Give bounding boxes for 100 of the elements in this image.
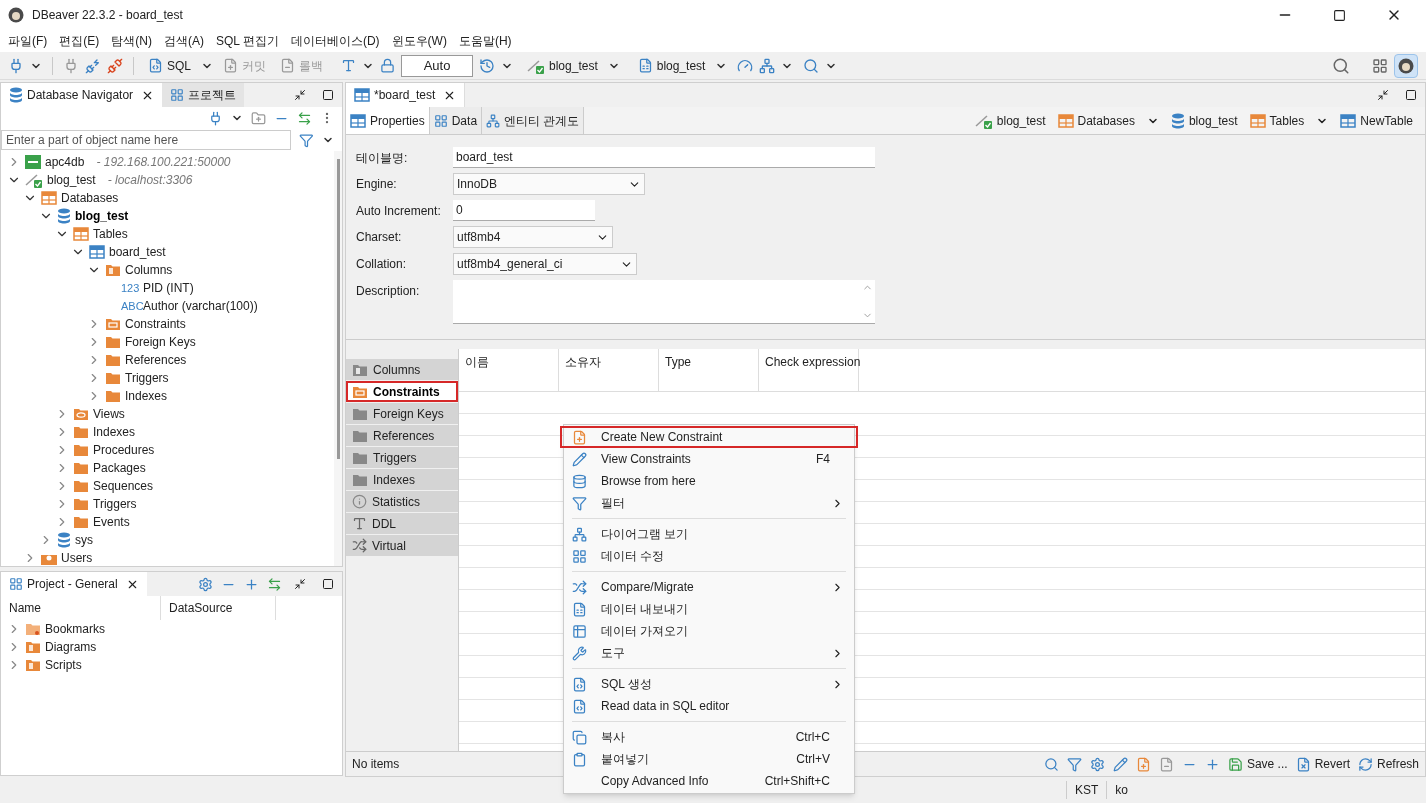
tree-item-label[interactable]: blog_test [75,207,129,225]
search-icon[interactable] [1043,756,1059,772]
tree-item-label[interactable]: Bookmarks [45,620,106,638]
tree-item-label[interactable]: Events [93,513,130,531]
menu-item[interactable]: 다이어그램 보기 [564,523,854,545]
tree-item-label[interactable]: Procedures [93,441,155,459]
column-header[interactable]: Name [1,596,161,620]
menu-item[interactable]: Browse from here [564,470,854,492]
menu-item[interactable]: 탐색(N) [107,32,156,50]
menu-item[interactable]: 붙여넣기 Ctrl+V [564,748,854,770]
disconnect-icon[interactable] [107,57,123,74]
tree-item-label[interactable]: Columns [125,261,173,279]
editor-subtab[interactable]: 엔티티 관계도 [482,107,585,134]
tree-item-label[interactable]: Sequences [93,477,154,495]
search-icon[interactable] [1332,56,1350,75]
menu-item[interactable]: 도구 [564,642,854,664]
settings-icon[interactable] [198,576,213,592]
side-tab[interactable]: Statistics [346,491,458,512]
menu-item[interactable]: 파일(F) [4,32,52,50]
menu-item[interactable]: 필터 [564,492,854,514]
side-tab[interactable]: References [346,425,458,446]
text-field[interactable]: 0 [453,200,595,221]
refresh-button[interactable]: Refresh [1357,755,1419,773]
tree-item-label[interactable]: Author (varchar(100)) [143,297,258,315]
tree-item-label[interactable]: Views [93,405,125,423]
filter-field[interactable]: Enter a part of object name here [1,130,292,150]
sql-button[interactable]: SQL [144,56,195,75]
column-header[interactable]: 소유자 [559,349,659,391]
filter-icon[interactable] [299,132,314,148]
expand-icon[interactable] [1204,756,1220,772]
column-header[interactable]: DataSource [161,596,276,620]
new-folder-icon[interactable] [251,110,266,126]
maximize-icon[interactable] [1405,89,1417,101]
delete-icon[interactable] [1158,756,1174,772]
diagram-icon[interactable] [759,57,776,74]
datasource-selector[interactable]: blog_test [523,56,602,75]
column-header[interactable]: Check expression [759,349,859,391]
pencil-icon[interactable] [1112,756,1128,772]
new-connection-icon[interactable] [8,57,24,74]
menu-item[interactable]: 데이터 내보내기 [564,598,854,620]
tree-item-label[interactable]: Foreign Keys [125,333,196,351]
menu-item[interactable]: 데이터베이스(D) [286,32,384,50]
filter-icon[interactable] [1066,756,1082,772]
tree-item-label[interactable]: Constraints [125,315,186,333]
maximize-icon[interactable] [322,89,334,101]
tree-item-label[interactable]: Scripts [45,656,82,674]
menu-item[interactable]: Copy Advanced Info Ctrl+Shift+C [564,770,854,792]
save-button[interactable]: Save ... [1227,755,1288,773]
side-tab[interactable]: Virtual [346,535,458,556]
editor-subtab[interactable]: Properties [346,107,430,134]
dropdown-field[interactable]: utf8mb4 [453,226,613,248]
expand-all-icon[interactable] [244,576,259,592]
menu-item[interactable]: 검색(A) [160,32,208,50]
menu-item[interactable]: 복사 Ctrl+C [564,726,854,748]
panel-tab[interactable]: 프로젝트 [162,83,245,107]
menu-item[interactable]: Read data in SQL editor [564,695,854,717]
plug-icon[interactable] [63,57,79,74]
column-header[interactable]: Type [659,349,759,391]
tree-item-label[interactable]: sys [75,531,93,549]
tree-item-label[interactable]: Triggers [93,495,137,513]
dropdown-field[interactable]: InnoDB [453,173,645,195]
schema-selector[interactable]: blog_test [633,56,710,75]
menu-item[interactable]: Create New Constraint [560,426,858,448]
settings-icon[interactable] [1089,756,1105,772]
history-icon[interactable] [479,57,495,74]
perspective-icon[interactable] [1394,53,1418,78]
panel-tab[interactable]: Database Navigator [1,83,163,107]
search-icon[interactable] [803,57,820,74]
side-tab[interactable]: DDL [346,513,458,534]
maximize-icon[interactable] [322,578,334,590]
link-editor-icon[interactable] [297,110,312,126]
text-format-icon[interactable] [341,58,356,73]
reconnect-icon[interactable] [85,57,101,74]
tree-item-label[interactable]: Packages [93,459,146,477]
maximize-icon[interactable] [1333,8,1346,22]
menu-item[interactable]: 도움말(H) [454,32,516,50]
breadcrumb-link[interactable]: Tables [1249,111,1329,130]
menu-item[interactable]: Compare/Migrate [564,576,854,598]
editor-subtab[interactable]: Data [429,107,483,134]
minimize-icon[interactable] [1377,89,1389,101]
side-tab[interactable]: Triggers [346,447,458,468]
new-connection-icon[interactable] [208,110,223,126]
tree-item-label[interactable]: Tables [93,225,128,243]
tree-item-label[interactable]: board_test [109,243,166,261]
link-editor-icon[interactable] [267,576,282,592]
tree-item-label[interactable]: apc4db [45,153,85,171]
column-header[interactable]: 이름 [459,349,559,391]
menu-item[interactable]: 데이터 가져오기 [564,620,854,642]
breadcrumb-link[interactable]: NewTable [1340,111,1413,130]
lock-icon[interactable] [380,58,395,73]
tree-item-label[interactable]: Indexes [93,423,136,441]
breadcrumb-link[interactable]: blog_test [974,111,1046,130]
minimize-icon[interactable] [294,89,306,101]
dropdown-field[interactable]: utf8mb4_general_ci [453,253,637,275]
dashboard-icon[interactable] [737,57,754,74]
revert-button[interactable]: Revert [1295,755,1350,773]
scrollbar-thumb[interactable] [336,159,340,459]
side-tab[interactable]: Foreign Keys [346,403,458,424]
tree-item-label[interactable]: Databases [61,189,119,207]
breadcrumb-link[interactable]: Databases [1057,111,1159,130]
